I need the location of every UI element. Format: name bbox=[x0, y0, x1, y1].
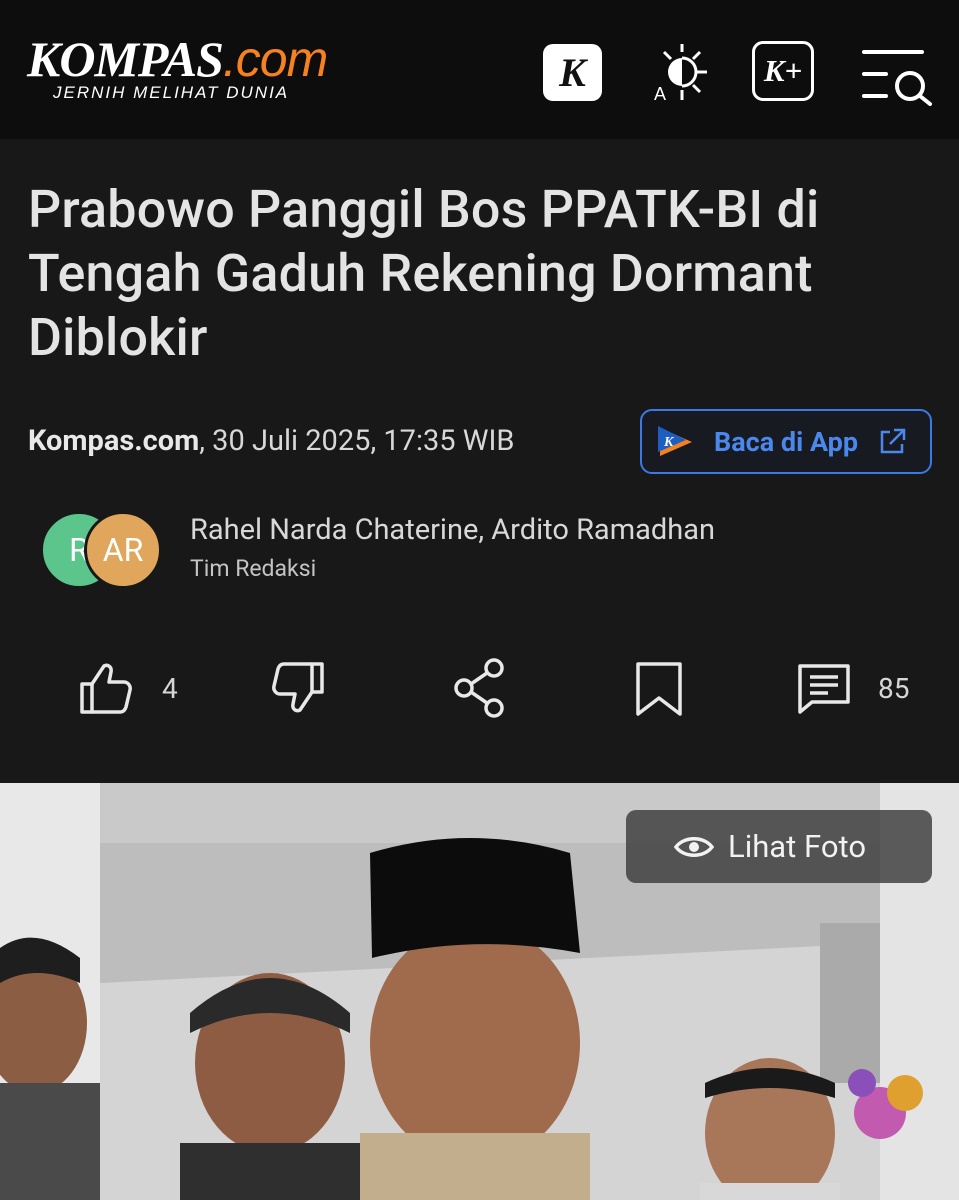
bookmark-icon bbox=[636, 662, 682, 716]
author-team: Tim Redaksi bbox=[190, 555, 317, 582]
comment-count: 85 bbox=[878, 671, 910, 705]
eye-icon bbox=[674, 836, 714, 857]
article-datetime: , 30 Juli 2025, 17:35 WIB bbox=[199, 424, 515, 458]
dislike-button[interactable] bbox=[270, 660, 326, 716]
author-names[interactable]: Rahel Narda Chaterine, Ardito Ramadhan bbox=[190, 513, 715, 547]
view-photo-label: Lihat Foto bbox=[728, 828, 867, 865]
comment-icon bbox=[798, 664, 850, 714]
read-in-app-button[interactable]: K Baca di App bbox=[640, 409, 932, 474]
kompas-plus-icon[interactable]: K+ bbox=[752, 41, 814, 101]
thumbs-down-icon bbox=[272, 662, 324, 713]
share-icon bbox=[454, 658, 504, 718]
view-photo-button[interactable]: Lihat Foto bbox=[626, 810, 932, 883]
comment-button[interactable]: 85 bbox=[796, 660, 909, 716]
thumbs-up-icon bbox=[80, 663, 132, 714]
like-count: 4 bbox=[162, 671, 178, 705]
share-button[interactable] bbox=[452, 658, 508, 718]
kompas-logo[interactable]: KOMPAS.com JERNIH MELIHAT DUNIA bbox=[27, 31, 328, 103]
article-meta: Kompas.com, 30 Juli 2025, 17:35 WIB bbox=[28, 424, 514, 458]
read-in-app-label: Baca di App bbox=[714, 425, 859, 458]
top-navigation-bar: KOMPAS.com JERNIH MELIHAT DUNIA K A K+ bbox=[0, 0, 959, 139]
theme-toggle-icon[interactable]: A bbox=[652, 42, 710, 102]
logo-tagline: JERNIH MELIHAT DUNIA bbox=[53, 83, 290, 102]
like-button[interactable]: 4 bbox=[78, 660, 178, 716]
article-title: Prabowo Panggil Bos PPATK-BI di Tengah G… bbox=[28, 179, 820, 368]
kompas-k-icon[interactable]: K bbox=[543, 44, 602, 101]
bookmark-button[interactable] bbox=[632, 660, 686, 718]
logo-wordmark: KOMPAS.com bbox=[27, 31, 328, 87]
svg-text:A: A bbox=[654, 84, 666, 102]
svg-text:K: K bbox=[663, 435, 675, 450]
external-link-icon bbox=[880, 428, 906, 453]
author-avatar-2[interactable]: AR bbox=[84, 511, 162, 589]
kompas-app-icon: K bbox=[658, 425, 692, 456]
menu-search-icon[interactable] bbox=[860, 46, 934, 106]
article-source[interactable]: Kompas.com bbox=[28, 424, 199, 458]
